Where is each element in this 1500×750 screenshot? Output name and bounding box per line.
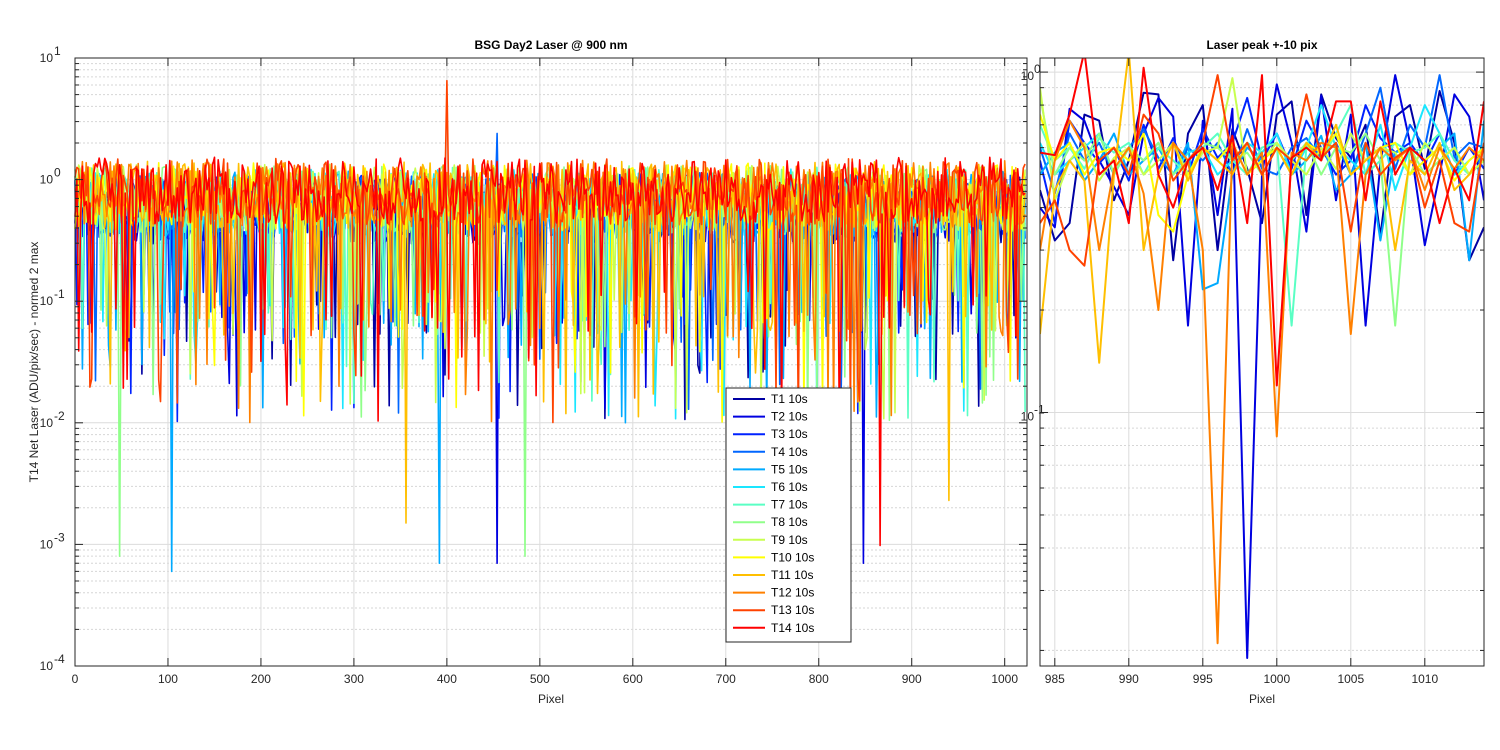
y-tick-exponent: -1 [1034, 402, 1045, 416]
legend-label-7: T7 10s [771, 498, 808, 512]
x-tick-label: 300 [344, 672, 364, 686]
legend-label-9: T9 10s [771, 533, 808, 547]
y-tick-label: 10 [40, 659, 54, 673]
figure-canvas: 10 -410 -310 -210 -110 010 10 100 200 300 400 500 60… [27, 38, 1485, 706]
y-tick-exponent: -1 [54, 287, 65, 301]
legend-label-6: T6 10s [771, 480, 808, 494]
x-tick-label: 600 [623, 672, 643, 686]
y-tick-exponent: -2 [54, 409, 65, 423]
x-tick-label: 500 [530, 672, 550, 686]
legend-label-10: T10 10s [771, 550, 814, 564]
legend-label-5: T5 10s [771, 462, 808, 476]
y-tick-exponent: -3 [54, 530, 65, 544]
x-tick-label: 800 [809, 672, 829, 686]
legend-label-4: T4 10s [771, 445, 808, 459]
x-tick-label: 1000 [1263, 672, 1290, 686]
legend-label-3: T3 10s [771, 427, 808, 441]
x-tick-label: 0 [72, 672, 79, 686]
x-tick-label: 200 [251, 672, 271, 686]
legend-label-8: T8 10s [771, 515, 808, 529]
x-tick-label: 1010 [1411, 672, 1438, 686]
y-tick-exponent: 0 [54, 166, 61, 180]
peak-x-axis-label: Pixel [1249, 692, 1275, 706]
x-tick-label: 400 [437, 672, 457, 686]
x-tick-label: 1005 [1337, 672, 1364, 686]
x-tick-label: 995 [1193, 672, 1213, 686]
y-tick-label: 10 [1021, 69, 1035, 83]
x-tick-label: 985 [1045, 672, 1065, 686]
y-tick-label: 10 [40, 173, 54, 187]
main-x-axis-label: Pixel [538, 692, 564, 706]
x-tick-label: 100 [158, 672, 178, 686]
main-title: BSG Day2 Laser @ 900 nm [474, 38, 627, 52]
peak-title: Laser peak +-10 pix [1206, 38, 1317, 52]
x-tick-label: 700 [716, 672, 736, 686]
y-tick-label: 10 [1021, 409, 1035, 423]
legend-label-2: T2 10s [771, 410, 808, 424]
y-tick-label: 10 [40, 537, 54, 551]
y-tick-exponent: 0 [1034, 62, 1041, 76]
y-tick-exponent: 1 [54, 44, 61, 58]
legend: T1 10s T2 10s T3 10s T4 10s T5 10s T6 10s T7 1… [725, 387, 852, 643]
x-tick-label: 900 [902, 672, 922, 686]
y-tick-label: 10 [40, 416, 54, 430]
y-tick-label: 10 [40, 294, 54, 308]
legend-label-1: T1 10s [771, 392, 808, 406]
y-tick-label: 10 [40, 51, 54, 65]
y-tick-exponent: -4 [54, 652, 65, 666]
legend-label-11: T11 10s [771, 568, 813, 582]
x-tick-label: 1000 [991, 672, 1018, 686]
main-spectrum-axes: 10 -410 -310 -210 -110 010 10 100 200 300 400 500 60… [27, 38, 1028, 706]
legend-label-14: T14 10s [771, 621, 814, 635]
peak-zoom-axes: 10 -110 0985 990 995 1000 1005 1010 Laser peak … [1021, 38, 1485, 706]
x-tick-label: 990 [1119, 672, 1139, 686]
main-y-axis-label: T14 Net Laser (ADU/pix/sec) - normed 2 m… [27, 242, 41, 483]
legend-label-12: T12 10s [771, 586, 814, 600]
legend-label-13: T13 10s [771, 603, 814, 617]
